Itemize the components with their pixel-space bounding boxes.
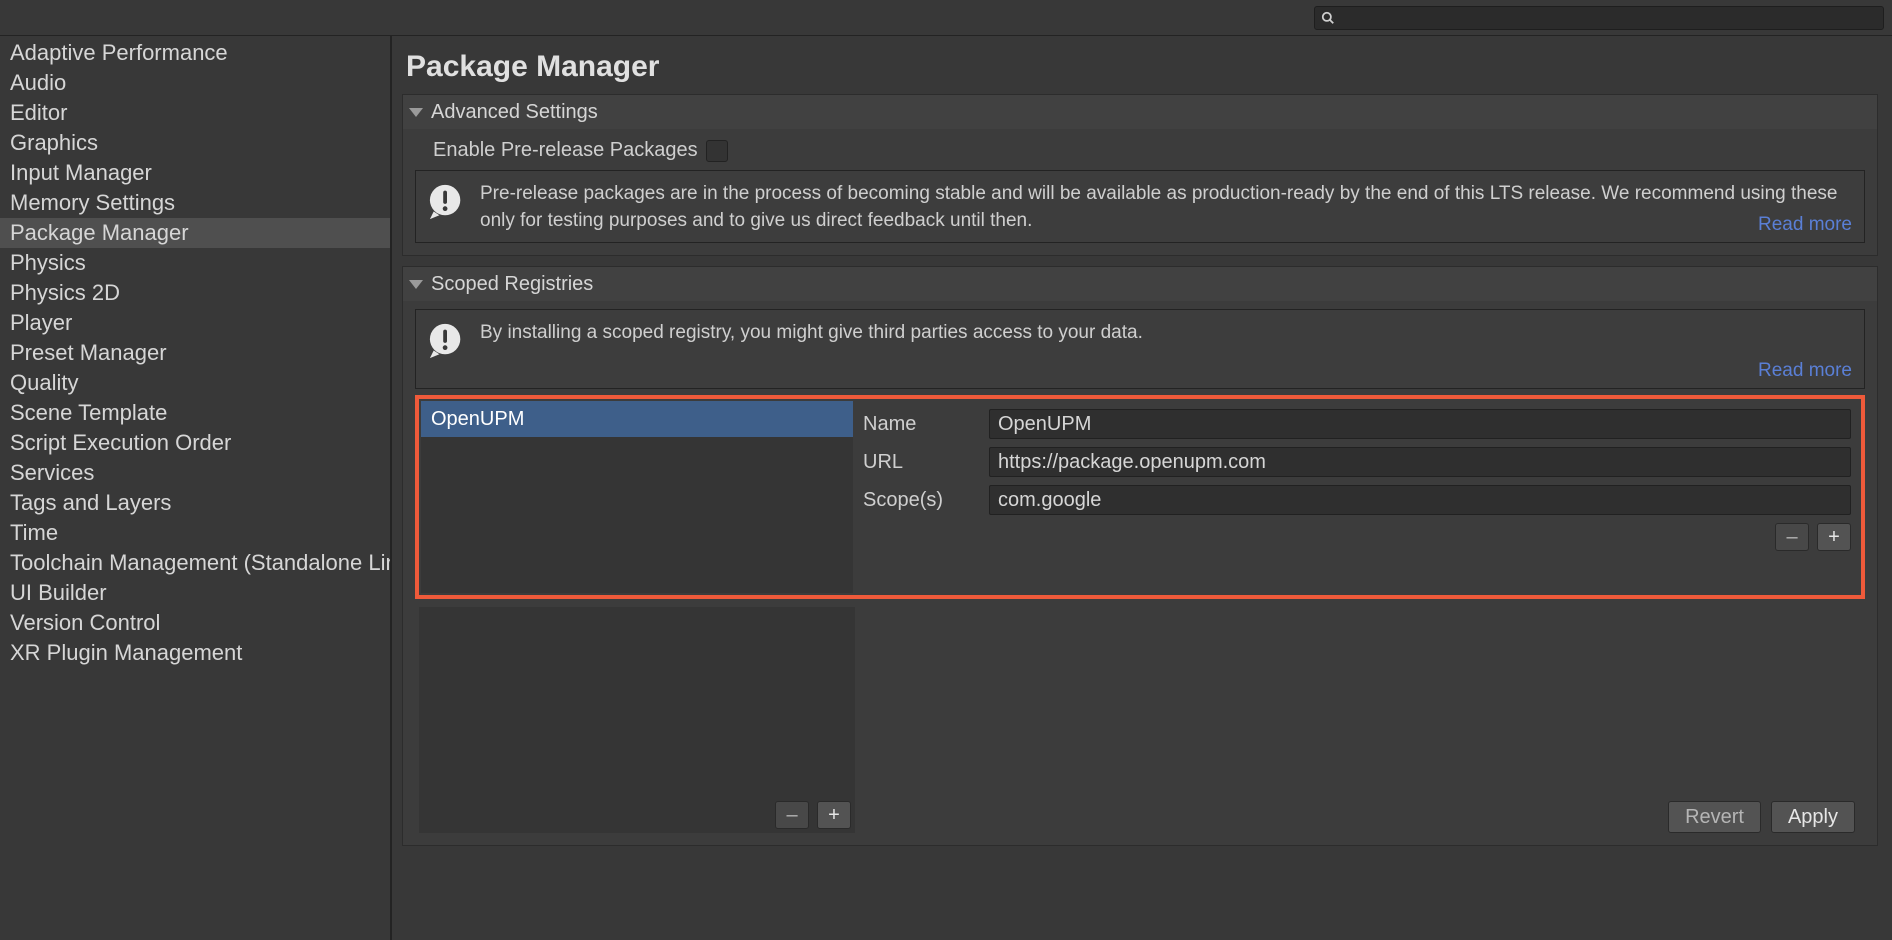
warning-icon [428,183,466,221]
advanced-settings-panel: Advanced Settings Enable Pre-release Pac… [402,94,1878,256]
sidebar-item-toolchain-management-standalone-linu[interactable]: Toolchain Management (Standalone Linu [0,548,390,578]
sidebar-item-input-manager[interactable]: Input Manager [0,158,390,188]
sidebar-item-time[interactable]: Time [0,518,390,548]
remove-registry-button[interactable]: – [775,801,809,829]
registry-url-label: URL [863,451,981,474]
prerelease-info-box: Pre-release packages are in the process … [415,170,1865,243]
content-area: Package Manager Advanced Settings Enable… [392,36,1892,940]
scoped-read-more-link[interactable]: Read more [1758,360,1852,382]
sidebar-item-ui-builder[interactable]: UI Builder [0,578,390,608]
scoped-registries-title: Scoped Registries [431,273,593,296]
search-box[interactable] [1314,6,1884,30]
sidebar-item-version-control[interactable]: Version Control [0,608,390,638]
add-scope-button[interactable]: + [1817,523,1851,551]
prerelease-info-text: Pre-release packages are in the process … [480,181,1852,234]
search-icon [1321,11,1335,25]
enable-prerelease-checkbox[interactable] [706,140,728,162]
sidebar-item-graphics[interactable]: Graphics [0,128,390,158]
scoped-registries-panel: Scoped Registries By installing a scoped… [402,266,1878,846]
sidebar-item-player[interactable]: Player [0,308,390,338]
registry-scopes-label: Scope(s) [863,489,981,512]
scoped-registry-editor: OpenUPM Name URL Scope(s) [415,395,1865,599]
sidebar-item-tags-and-layers[interactable]: Tags and Layers [0,488,390,518]
registry-list[interactable]: OpenUPM [421,401,853,593]
top-bar [0,0,1892,36]
scoped-registries-header[interactable]: Scoped Registries [403,267,1877,301]
sidebar: Adaptive PerformanceAudioEditorGraphicsI… [0,36,392,940]
registry-list-footer: – + [419,607,855,833]
sidebar-item-package-manager[interactable]: Package Manager [0,218,390,248]
sidebar-item-editor[interactable]: Editor [0,98,390,128]
sidebar-item-xr-plugin-management[interactable]: XR Plugin Management [0,638,390,668]
advanced-settings-header[interactable]: Advanced Settings [403,95,1877,129]
page-title: Package Manager [406,50,1878,84]
sidebar-item-scene-template[interactable]: Scene Template [0,398,390,428]
sidebar-item-script-execution-order[interactable]: Script Execution Order [0,428,390,458]
revert-button[interactable]: Revert [1668,801,1761,833]
registry-list-item[interactable]: OpenUPM [421,401,853,437]
registry-scope-input[interactable] [989,485,1851,515]
prerelease-read-more-link[interactable]: Read more [1758,214,1852,236]
warning-icon [428,322,466,360]
sidebar-item-audio[interactable]: Audio [0,68,390,98]
enable-prerelease-label: Enable Pre-release Packages [433,139,698,162]
advanced-settings-title: Advanced Settings [431,101,598,124]
sidebar-item-quality[interactable]: Quality [0,368,390,398]
scoped-info-text: By installing a scoped registry, you mig… [480,320,1852,347]
scoped-info-box: By installing a scoped registry, you mig… [415,309,1865,389]
registry-name-input[interactable] [989,409,1851,439]
chevron-down-icon [409,108,423,117]
search-input[interactable] [1341,9,1877,27]
sidebar-item-preset-manager[interactable]: Preset Manager [0,338,390,368]
sidebar-item-memory-settings[interactable]: Memory Settings [0,188,390,218]
sidebar-item-physics[interactable]: Physics [0,248,390,278]
sidebar-item-physics-2d[interactable]: Physics 2D [0,278,390,308]
registry-form: Name URL Scope(s) – + [863,401,1859,593]
sidebar-item-adaptive-performance[interactable]: Adaptive Performance [0,38,390,68]
remove-scope-button[interactable]: – [1775,523,1809,551]
apply-button[interactable]: Apply [1771,801,1855,833]
registry-name-label: Name [863,413,981,436]
chevron-down-icon [409,280,423,289]
sidebar-item-services[interactable]: Services [0,458,390,488]
registry-url-input[interactable] [989,447,1851,477]
add-registry-button[interactable]: + [817,801,851,829]
